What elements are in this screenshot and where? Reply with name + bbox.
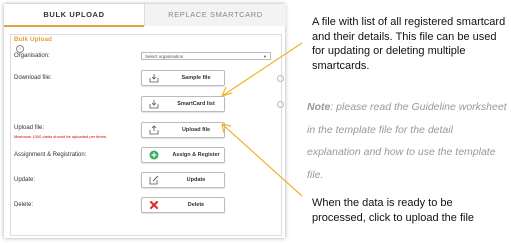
file-description-annotation: A file with list of all registered smart… [312, 16, 506, 72]
upload-description-annotation: When the data is ready to be processed, … [312, 197, 475, 224]
note-text: : please read the Guideline worksheet in… [307, 101, 507, 181]
note-annotation: Note: please read the Guideline workshee… [307, 96, 507, 186]
note-label: Note [307, 101, 331, 113]
